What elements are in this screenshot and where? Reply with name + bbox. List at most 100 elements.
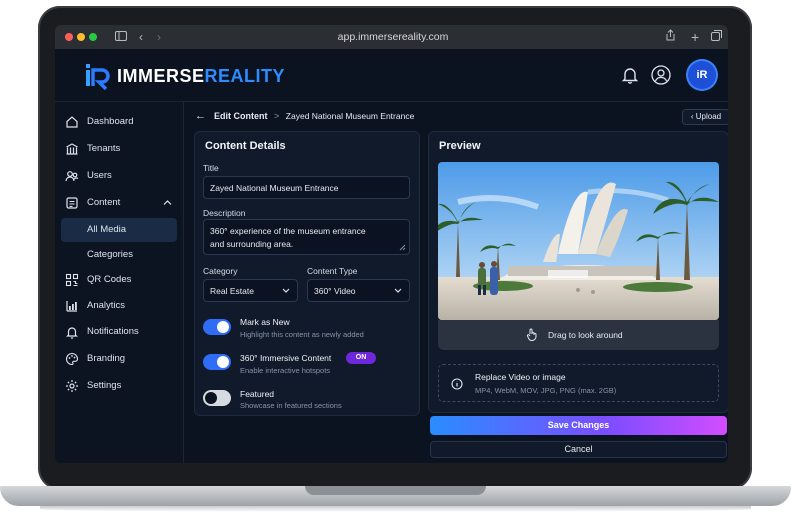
logo-mark	[86, 64, 110, 90]
sidebar-item-branding[interactable]: Branding	[61, 347, 177, 371]
sidebar-item-qr-codes[interactable]: QR Codes	[61, 268, 177, 292]
title-input[interactable]: Zayed National Museum Entrance	[203, 176, 410, 199]
mark-as-new-subtitle: Highlight this content as newly added	[240, 330, 364, 339]
sidebar-item-label: All Media	[87, 224, 127, 235]
back-icon[interactable]: ‹	[139, 29, 143, 45]
sidebar-toggle-icon[interactable]	[115, 29, 127, 45]
content-details-heading: Content Details	[205, 140, 286, 152]
screen: ‹ › app.immersereality.com + IMMERSEREAL…	[55, 25, 728, 463]
sidebar-item-tenants[interactable]: Tenants	[61, 137, 177, 161]
laptop-shadow	[40, 506, 751, 512]
chevron-down-icon	[394, 288, 402, 293]
sidebar-item-label: Dashboard	[87, 116, 134, 127]
breadcrumb-item: Zayed National Museum Entrance	[285, 111, 415, 121]
bell-icon	[66, 327, 78, 339]
close-window-dot[interactable]	[65, 33, 73, 41]
replace-media-dropzone[interactable]: Replace Video or image MP4, WebM, MOV, J…	[438, 364, 719, 402]
logo-text-immerse: IMMERSE	[117, 66, 205, 86]
sidebar-item-label: Categories	[87, 249, 133, 260]
mark-as-new-toggle[interactable]	[203, 319, 231, 335]
content-icon	[66, 197, 78, 209]
drag-hint-bar[interactable]: Drag to look around	[438, 320, 719, 350]
cancel-button[interactable]: Cancel	[430, 441, 727, 458]
minimize-window-dot[interactable]	[77, 33, 85, 41]
logo-text-reality: REALITY	[204, 66, 286, 86]
analytics-icon	[66, 301, 77, 312]
mark-as-new-title: Mark as New	[240, 317, 290, 327]
content-type-value: 360° Video	[314, 286, 356, 296]
home-icon	[66, 116, 78, 128]
replace-subtitle: MP4, WebM, MOV, JPG, PNG (max. 2GB)	[475, 386, 617, 395]
sidebar-item-label: Tenants	[87, 143, 121, 154]
immersive-content-title: 360° Immersive Content	[240, 353, 332, 363]
new-tab-icon[interactable]: +	[691, 29, 699, 45]
featured-toggle[interactable]	[203, 390, 231, 406]
replace-title: Replace Video or image	[475, 372, 566, 382]
chevron-up-icon[interactable]	[163, 199, 172, 206]
address-bar[interactable]: app.immersereality.com	[298, 30, 488, 44]
browser-toolbar: ‹ › app.immersereality.com +	[55, 25, 728, 49]
description-label: Description	[203, 208, 246, 218]
sidebar-item-settings[interactable]: Settings	[61, 374, 177, 398]
maximize-window-dot[interactable]	[89, 33, 97, 41]
resize-handle-icon[interactable]	[399, 244, 406, 251]
preview-image[interactable]	[438, 162, 719, 320]
immersive-content-toggle[interactable]	[203, 354, 231, 370]
sidebar-item-label: Analytics	[87, 300, 126, 311]
category-value: Real Estate	[210, 286, 254, 296]
preview-heading: Preview	[439, 140, 481, 152]
save-changes-button[interactable]: Save Changes	[430, 416, 727, 435]
hand-drag-icon	[526, 328, 538, 343]
featured-subtitle: Showcase in featured sections	[240, 401, 342, 410]
sidebar-item-users[interactable]: Users	[61, 164, 177, 188]
sidebar-item-label: QR Codes	[87, 274, 132, 285]
sidebar-item-label: Content	[87, 197, 121, 208]
sidebar-item-dashboard[interactable]: Dashboard	[61, 110, 177, 134]
building-icon	[66, 143, 78, 155]
content-type-select[interactable]: 360° Video	[307, 279, 410, 302]
sidebar-item-notifications[interactable]: Notifications	[61, 320, 177, 344]
chevron-down-icon	[282, 288, 290, 293]
breadcrumb-separator: >	[274, 111, 280, 121]
laptop-notch	[305, 486, 486, 495]
share-icon[interactable]	[665, 29, 676, 45]
sidebar-item-label: Branding	[87, 353, 126, 364]
app-header: IMMERSEREALITY iR	[55, 49, 728, 102]
upload-label: Upload	[695, 112, 722, 121]
bell-icon[interactable]	[620, 65, 640, 85]
description-textarea[interactable]: 360° experience of the museum entrance a…	[203, 219, 410, 255]
drag-hint-text: Drag to look around	[548, 330, 623, 340]
toggle-knob	[217, 321, 229, 333]
toggle-knob	[217, 356, 229, 368]
sidebar-item-label: Settings	[87, 380, 122, 391]
category-select[interactable]: Real Estate	[203, 279, 298, 302]
on-badge: ON	[346, 352, 376, 364]
sidebar-item-all-media[interactable]: All Media	[61, 218, 177, 242]
tabs-overview-icon[interactable]	[711, 29, 723, 45]
category-label: Category	[203, 266, 238, 276]
featured-title: Featured	[240, 389, 275, 399]
sidebar-item-categories[interactable]: Categories	[61, 243, 177, 267]
toggle-knob	[205, 392, 217, 404]
immersive-content-subtitle: Enable interactive hotspots	[240, 366, 331, 375]
sidebar: Dashboard Tenants Users Content All Medi…	[55, 102, 184, 463]
title-label: Title	[203, 163, 219, 173]
avatar[interactable]: iR	[688, 61, 716, 89]
gear-icon	[66, 380, 78, 392]
user-profile-icon[interactable]	[651, 65, 671, 85]
description-line-2: and surrounding area.	[210, 239, 294, 249]
logo-wordmark: IMMERSEREALITY	[117, 66, 285, 87]
palette-icon	[66, 352, 79, 366]
sidebar-item-analytics[interactable]: Analytics	[61, 294, 177, 318]
upload-button[interactable]: ‹ Upload	[682, 109, 728, 125]
forward-icon[interactable]: ›	[157, 29, 161, 45]
breadcrumb-current[interactable]: Edit Content	[214, 111, 268, 121]
description-line-1: 360° experience of the museum entrance	[210, 226, 366, 236]
users-icon	[65, 171, 79, 182]
sidebar-item-label: Notifications	[87, 326, 139, 337]
breadcrumb: ← Edit Content > Zayed National Museum En…	[195, 109, 414, 123]
sidebar-item-content[interactable]: Content	[61, 191, 177, 215]
back-arrow-icon[interactable]: ←	[195, 110, 206, 122]
title-value: Zayed National Museum Entrance	[210, 183, 339, 193]
info-icon	[451, 378, 463, 390]
